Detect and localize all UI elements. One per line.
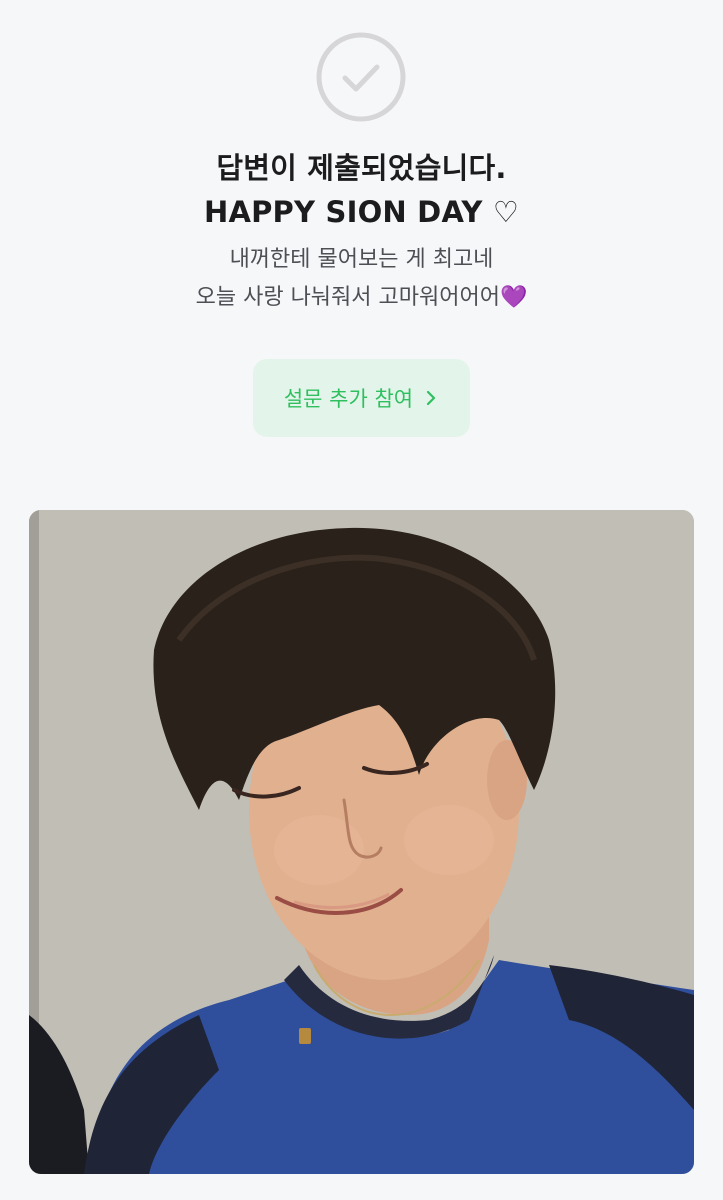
chevron-right-icon — [427, 390, 436, 406]
title-line-2: HAPPY SION DAY ♡ — [203, 195, 520, 229]
submission-title: 답변이 제출되었습니다. HAPPY SION DAY ♡ — [0, 146, 723, 234]
portrait-illustration — [29, 510, 694, 1174]
additional-survey-button[interactable]: 설문 추가 참여 — [253, 359, 470, 437]
result-photo — [29, 510, 694, 1174]
title-line-1: 답변이 제출되었습니다. — [216, 151, 507, 185]
check-circle-icon — [316, 32, 406, 122]
message-line-1: 내꺼한테 물어보는 게 최고네 — [229, 247, 494, 272]
additional-survey-label: 설문 추가 참여 — [283, 387, 414, 411]
custom-message: 내꺼한테 물어보는 게 최고네 오늘 사랑 나눠줘서 고마워어어어💜 — [0, 241, 723, 317]
message-line-2: 오늘 사랑 나눠줘서 고마워어어어💜 — [195, 285, 528, 310]
